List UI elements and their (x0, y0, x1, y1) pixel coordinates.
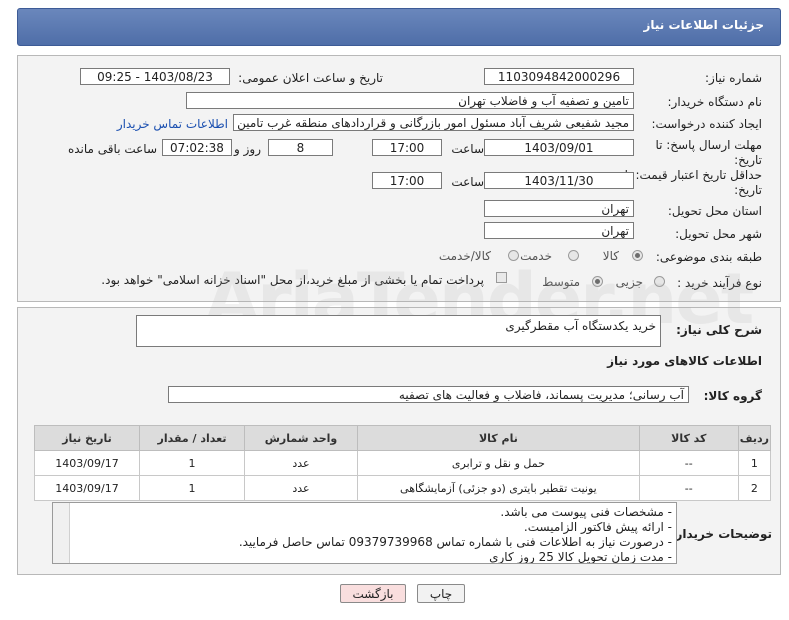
reply-time-label: ساعت (451, 142, 484, 156)
cell-quantity: 1 (139, 475, 245, 501)
treasury-payment-checkbox[interactable] (496, 272, 507, 283)
page-title: جزئیات اطلاعات نیاز (643, 18, 764, 32)
need-number-label: شماره نیاز: (705, 71, 762, 85)
category-radio-goods-service[interactable] (508, 250, 519, 261)
cell-unit: عدد (244, 475, 358, 501)
announce-datetime-label: تاریخ و ساعت اعلان عمومی: (238, 71, 383, 85)
description-textarea[interactable]: خرید یکدستگاه آب مقطرگیری (136, 315, 661, 347)
cell-code: -- (638, 450, 739, 476)
buyer-notes-textarea[interactable]: - مشخصات فنی پیوست می باشد. - ارائه پیش … (52, 502, 677, 564)
notes-scrollbar[interactable] (53, 503, 70, 563)
reply-date-field[interactable]: 1403/09/01 (484, 139, 634, 156)
purchase-minor-label: جزیی (615, 275, 643, 289)
print-button[interactable]: چاپ (417, 584, 465, 603)
category-label: طبقه بندی موضوعی: (655, 250, 762, 264)
delivery-city-label: شهر محل تحویل: (675, 227, 762, 241)
cell-unit: عدد (244, 450, 358, 476)
buyer-org-label: نام دستگاه خریدار: (667, 95, 763, 109)
goods-group-field[interactable]: آب رسانی؛ مدیریت پسماند، فاضلاب و فعالیت… (168, 386, 689, 403)
goods-table-header: ردیف کد کالا نام کالا واحد شمارش تعداد /… (34, 425, 772, 451)
buyer-notes-label: توضیحات خریدار: (670, 527, 772, 541)
category-radio-goods[interactable] (632, 250, 643, 261)
cell-name: حمل و نقل و ترابری (357, 450, 640, 476)
cell-name: یونیت تقطیر بایتری (دو جزئی) آزمایشگاهی (357, 475, 640, 501)
category-goods-label: کالا (602, 249, 619, 263)
delivery-province-label: استان محل تحویل: (667, 204, 762, 218)
purchase-radio-medium[interactable] (592, 276, 603, 287)
notes-line-2: - ارائه پیش فاکتور الزامیست. (523, 520, 672, 534)
back-button[interactable]: بازگشت (340, 584, 406, 603)
delivery-province-field[interactable]: تهران (484, 200, 634, 217)
category-goods-service-label: کالا/خدمت (438, 249, 491, 263)
notes-line-4: - مدت زمان تحویل کالا 25 روز کاری (489, 550, 672, 564)
cell-quantity: 1 (139, 450, 245, 476)
announce-datetime-field[interactable]: 1403/08/23 - 09:25 (80, 68, 230, 85)
price-validity-time-label: ساعت (451, 175, 484, 189)
buyer-org-field[interactable]: تامین و تصفیه آب و فاضلاب تهران (186, 92, 634, 109)
table-row[interactable]: 1 -- حمل و نقل و ترابری عدد 1 1403/09/17 (34, 450, 772, 476)
reply-deadline-label: مهلت ارسال پاسخ: تا تاریخ: (655, 138, 762, 167)
remaining-label: ساعت باقی مانده (67, 142, 157, 156)
cell-date: 1403/09/17 (34, 475, 140, 501)
cell-date: 1403/09/17 (34, 450, 140, 476)
cell-row: 1 (737, 450, 772, 476)
col-quantity-header: تعداد / مقدار (139, 425, 245, 451)
col-date-header: تاریخ نیاز (34, 425, 140, 451)
page-header: جزئیات اطلاعات نیاز (17, 8, 781, 46)
need-number-field[interactable]: 1103094842000296 (484, 68, 634, 85)
delivery-city-field[interactable]: تهران (484, 222, 634, 239)
table-row[interactable]: 2 -- یونیت تقطیر بایتری (دو جزئی) آزمایش… (34, 475, 772, 501)
buyer-contact-link[interactable]: اطلاعات تماس خریدار (117, 117, 228, 131)
col-name-header: نام کالا (357, 425, 640, 451)
days-label: روز و (234, 142, 261, 156)
col-row-header: ردیف (737, 425, 772, 451)
price-validity-time-field[interactable]: 17:00 (372, 172, 442, 189)
notes-line-3: - درصورت نیاز به اطلاعات فنی با شماره تم… (238, 535, 672, 549)
col-code-header: کد کالا (638, 425, 739, 451)
category-radio-service[interactable] (568, 250, 579, 261)
description-text: خرید یکدستگاه آب مقطرگیری (505, 319, 656, 333)
remaining-time-field[interactable]: 07:02:38 (162, 139, 232, 156)
purchase-medium-label: متوسط (542, 275, 580, 289)
price-validity-label: حداقل تاریخ اعتبار قیمت: تا تاریخ: (624, 168, 762, 197)
goods-group-label: گروه کالا: (703, 389, 762, 403)
requester-label: ایجاد کننده درخواست: (651, 117, 762, 131)
requester-field[interactable]: مجید شفیعی شریف آباد مسئول امور بازرگانی… (233, 114, 634, 131)
days-field[interactable]: 8 (268, 139, 333, 156)
col-unit-header: واحد شمارش (244, 425, 358, 451)
notes-line-1: - مشخصات فنی پیوست می باشد. (500, 505, 672, 519)
treasury-payment-note: پرداخت تمام یا بخشی از مبلغ خرید،از محل … (101, 273, 484, 287)
reply-time-field[interactable]: 17:00 (372, 139, 442, 156)
cell-code: -- (638, 475, 739, 501)
price-validity-date-field[interactable]: 1403/11/30 (484, 172, 634, 189)
purchase-type-label: نوع فرآیند خرید : (677, 276, 762, 290)
goods-table: ردیف کد کالا نام کالا واحد شمارش تعداد /… (34, 425, 772, 501)
category-service-label: خدمت (520, 249, 552, 263)
description-label: شرح کلی نیاز: (676, 323, 762, 337)
cell-row: 2 (737, 475, 772, 501)
purchase-radio-minor[interactable] (654, 276, 665, 287)
goods-section-title: اطلاعات کالاهای مورد نیاز (607, 354, 762, 368)
